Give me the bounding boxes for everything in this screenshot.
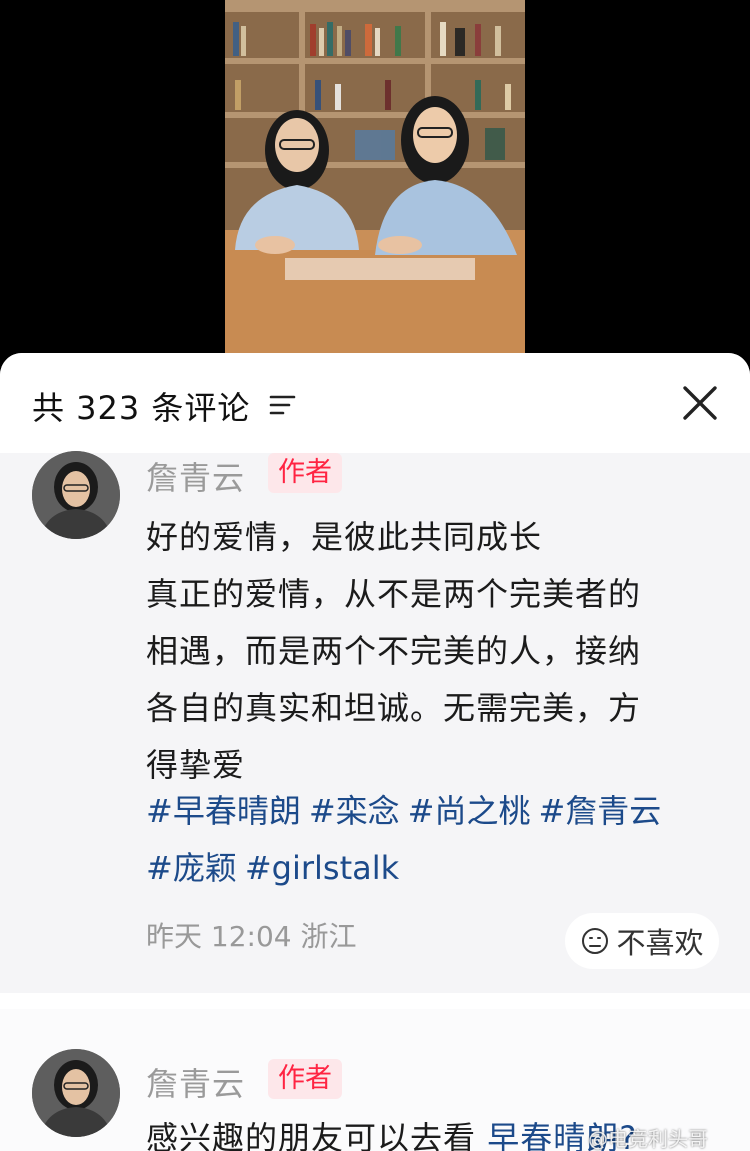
author-name[interactable]: 詹青云 [146, 453, 245, 499]
video-player[interactable] [0, 0, 750, 380]
hashtag-link[interactable]: #庞颖 [146, 849, 237, 887]
comment-text-prefix: 感兴趣的朋友可以去看 [146, 1119, 488, 1151]
dislike-button[interactable]: 不喜欢 [565, 913, 719, 969]
comment-meta: 昨天 12:04 浙江 [146, 920, 357, 953]
author-badge: 作者 [268, 1059, 342, 1099]
close-icon[interactable] [678, 381, 722, 425]
hashtag-link[interactable]: #尚之桃 [408, 792, 531, 830]
hashtag-list: #早春晴朗 #栾念 #尚之桃 #詹青云 #庞颖 #girlstalk [146, 783, 726, 897]
video-thumbnail-image [225, 0, 525, 380]
comments-header: 共 323 条评论 [0, 353, 750, 453]
comment-divider [0, 993, 750, 1009]
comments-sheet: 共 323 条评论 詹青云 作者 好的爱情，是彼此共同成长 真正的爱情，从不是两… [0, 353, 750, 1151]
hashtag-link[interactable]: #栾念 [309, 792, 400, 830]
dislike-label: 不喜欢 [616, 926, 704, 960]
avatar[interactable] [32, 451, 120, 539]
comment-line: 相遇，而是两个不完美的人，接纳 [146, 632, 642, 670]
video-frame[interactable] [225, 0, 525, 380]
comment-line: 好的爱情，是彼此共同成长 [146, 518, 543, 556]
hashtag-link[interactable]: #girlstalk [245, 849, 399, 887]
hashtag-link[interactable]: #詹青云 [538, 792, 661, 830]
author-name[interactable]: 詹青云 [146, 1059, 245, 1105]
comment-line: 各自的真实和坦诚。无需完美，方 [146, 689, 642, 727]
author-badge: 作者 [268, 453, 342, 493]
comment-item: 詹青云 作者 感兴趣的朋友可以去看 早春晴朗? @电竞利头哥 [0, 1009, 750, 1151]
comment-text[interactable]: 好的爱情，是彼此共同成长 真正的爱情，从不是两个完美者的 相遇，而是两个不完美的… [146, 509, 716, 794]
comment-count-title: 共 323 条评论 [32, 389, 251, 427]
watermark: @电竞利头哥 [588, 1127, 708, 1151]
hashtag-link[interactable]: #早春晴朗 [146, 792, 301, 830]
sort-filter-icon[interactable] [268, 391, 298, 419]
comment-line: 真正的爱情，从不是两个完美者的 [146, 575, 642, 613]
sad-face-icon [582, 928, 609, 954]
comment-item: 詹青云 作者 好的爱情，是彼此共同成长 真正的爱情，从不是两个完美者的 相遇，而… [0, 451, 750, 993]
avatar[interactable] [32, 1049, 120, 1137]
